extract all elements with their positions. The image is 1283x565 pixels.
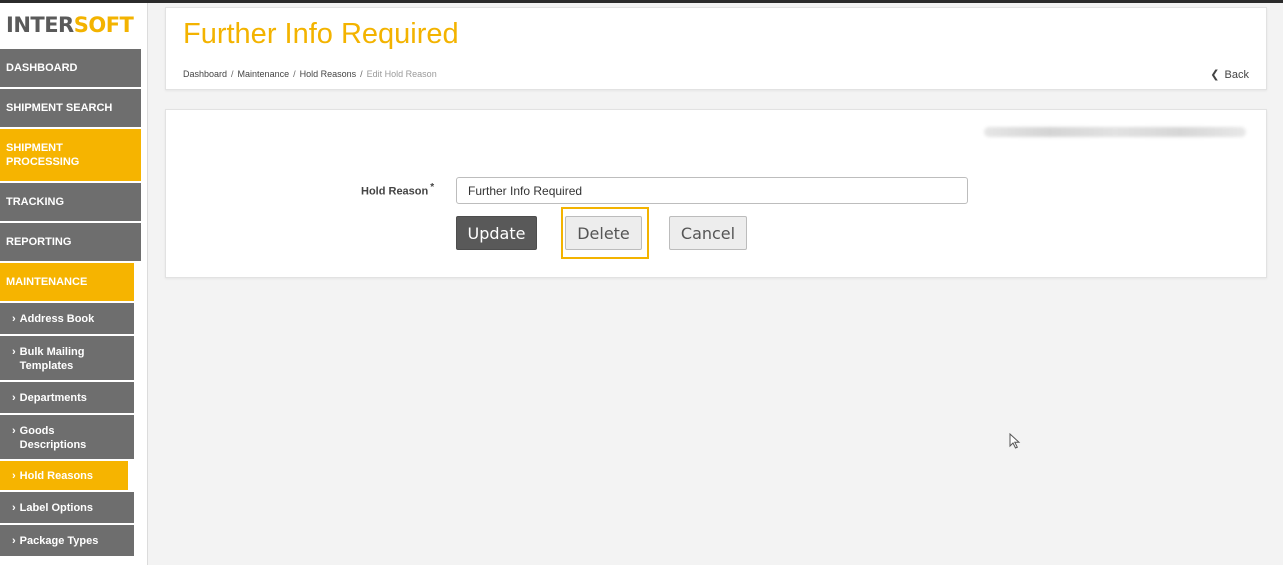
hold-reason-label-text: Hold Reason bbox=[361, 185, 429, 198]
mouse-cursor-icon bbox=[1009, 433, 1021, 449]
nav-dashboard[interactable]: DASHBOARD bbox=[0, 49, 141, 89]
sidebar-item-label: Departments bbox=[19, 391, 87, 404]
nav-label: REPORTING bbox=[6, 236, 72, 248]
breadcrumb: Dashboard / Maintenance / Hold Reasons / Edit … bbox=[183, 69, 437, 79]
page-header: Further Info Required Dashboard / Maintena… bbox=[165, 7, 1267, 90]
logo-main-text: INTER bbox=[6, 13, 74, 37]
breadcrumb-current: Edit Hold Reason bbox=[366, 69, 437, 79]
edit-hold-reason-form: Hold Reason* Update Delete Cancel bbox=[165, 109, 1267, 278]
sidebar-item-departments[interactable]: › Departments bbox=[0, 382, 134, 415]
logo-accent-text: SOFT bbox=[73, 13, 134, 37]
nav-shipment-search[interactable]: SHIPMENT SEARCH bbox=[0, 89, 141, 129]
sidebar-item-label: Bulk Mailing Templates bbox=[19, 346, 85, 372]
chevron-left-icon: ❮ bbox=[1210, 69, 1220, 81]
sidebar-item-label: Label Options bbox=[19, 501, 94, 514]
sidebar-item-package-types[interactable]: › Package Types bbox=[0, 525, 134, 558]
blurred-audit-info bbox=[984, 127, 1246, 137]
chevron-right-icon: › bbox=[12, 312, 16, 325]
nav-reporting[interactable]: REPORTING bbox=[0, 223, 141, 263]
breadcrumb-separator: / bbox=[231, 69, 234, 79]
sidebar-item-address-book[interactable]: › Address Book bbox=[0, 303, 134, 336]
sidebar-item-hold-reasons[interactable]: › Hold Reasons bbox=[0, 461, 128, 492]
chevron-right-icon: › bbox=[12, 391, 16, 404]
nav-label: SHIPMENT PROCESSING bbox=[6, 142, 80, 168]
nav-label: SHIPMENT SEARCH bbox=[6, 102, 113, 114]
breadcrumb-separator: / bbox=[293, 69, 296, 79]
breadcrumb-dashboard[interactable]: Dashboard bbox=[183, 69, 227, 79]
nav-label: MAINTENANCE bbox=[6, 276, 88, 288]
breadcrumb-maintenance[interactable]: Maintenance bbox=[238, 69, 290, 79]
chevron-right-icon: › bbox=[12, 501, 16, 514]
nav-label: DASHBOARD bbox=[6, 62, 78, 74]
page-title: Further Info Required bbox=[183, 18, 459, 50]
sidebar-item-label: Goods Descriptions bbox=[19, 425, 87, 451]
required-marker: * bbox=[430, 182, 435, 193]
chevron-right-icon: › bbox=[12, 469, 16, 482]
update-button[interactable]: Update bbox=[456, 216, 537, 250]
sidebar-item-label: Hold Reasons bbox=[19, 469, 94, 482]
intersoft-logo[interactable]: INTERSOFT bbox=[0, 3, 147, 49]
sidebar-item-label: Package Types bbox=[19, 534, 99, 547]
back-label: Back bbox=[1224, 69, 1249, 81]
cancel-button[interactable]: Cancel bbox=[669, 216, 747, 250]
chevron-right-icon: › bbox=[12, 425, 16, 437]
nav-label: TRACKING bbox=[6, 196, 65, 208]
breadcrumb-hold-reasons[interactable]: Hold Reasons bbox=[300, 69, 357, 79]
chevron-right-icon: › bbox=[12, 346, 16, 358]
sidebar-item-bulk-mailing-templates[interactable]: › Bulk Mailing Templates bbox=[0, 336, 134, 382]
sidebar: INTERSOFT DASHBOARD SHIPMENT SEARCH SHIP… bbox=[0, 3, 148, 565]
chevron-right-icon: › bbox=[12, 534, 16, 547]
sidebar-item-label-options[interactable]: › Label Options bbox=[0, 492, 134, 525]
back-link[interactable]: ❮ Back bbox=[1210, 68, 1249, 81]
sidebar-item-goods-descriptions[interactable]: › Goods Descriptions bbox=[0, 415, 134, 461]
nav-tracking[interactable]: TRACKING bbox=[0, 183, 141, 223]
nav-maintenance[interactable]: MAINTENANCE bbox=[0, 263, 134, 303]
delete-button[interactable]: Delete bbox=[565, 216, 642, 250]
hold-reason-input[interactable] bbox=[456, 177, 968, 204]
nav-shipment-processing[interactable]: SHIPMENT PROCESSING bbox=[0, 129, 141, 183]
hold-reason-label: Hold Reason * bbox=[361, 182, 434, 198]
breadcrumb-separator: / bbox=[360, 69, 363, 79]
sidebar-item-label: Address Book bbox=[19, 312, 95, 325]
